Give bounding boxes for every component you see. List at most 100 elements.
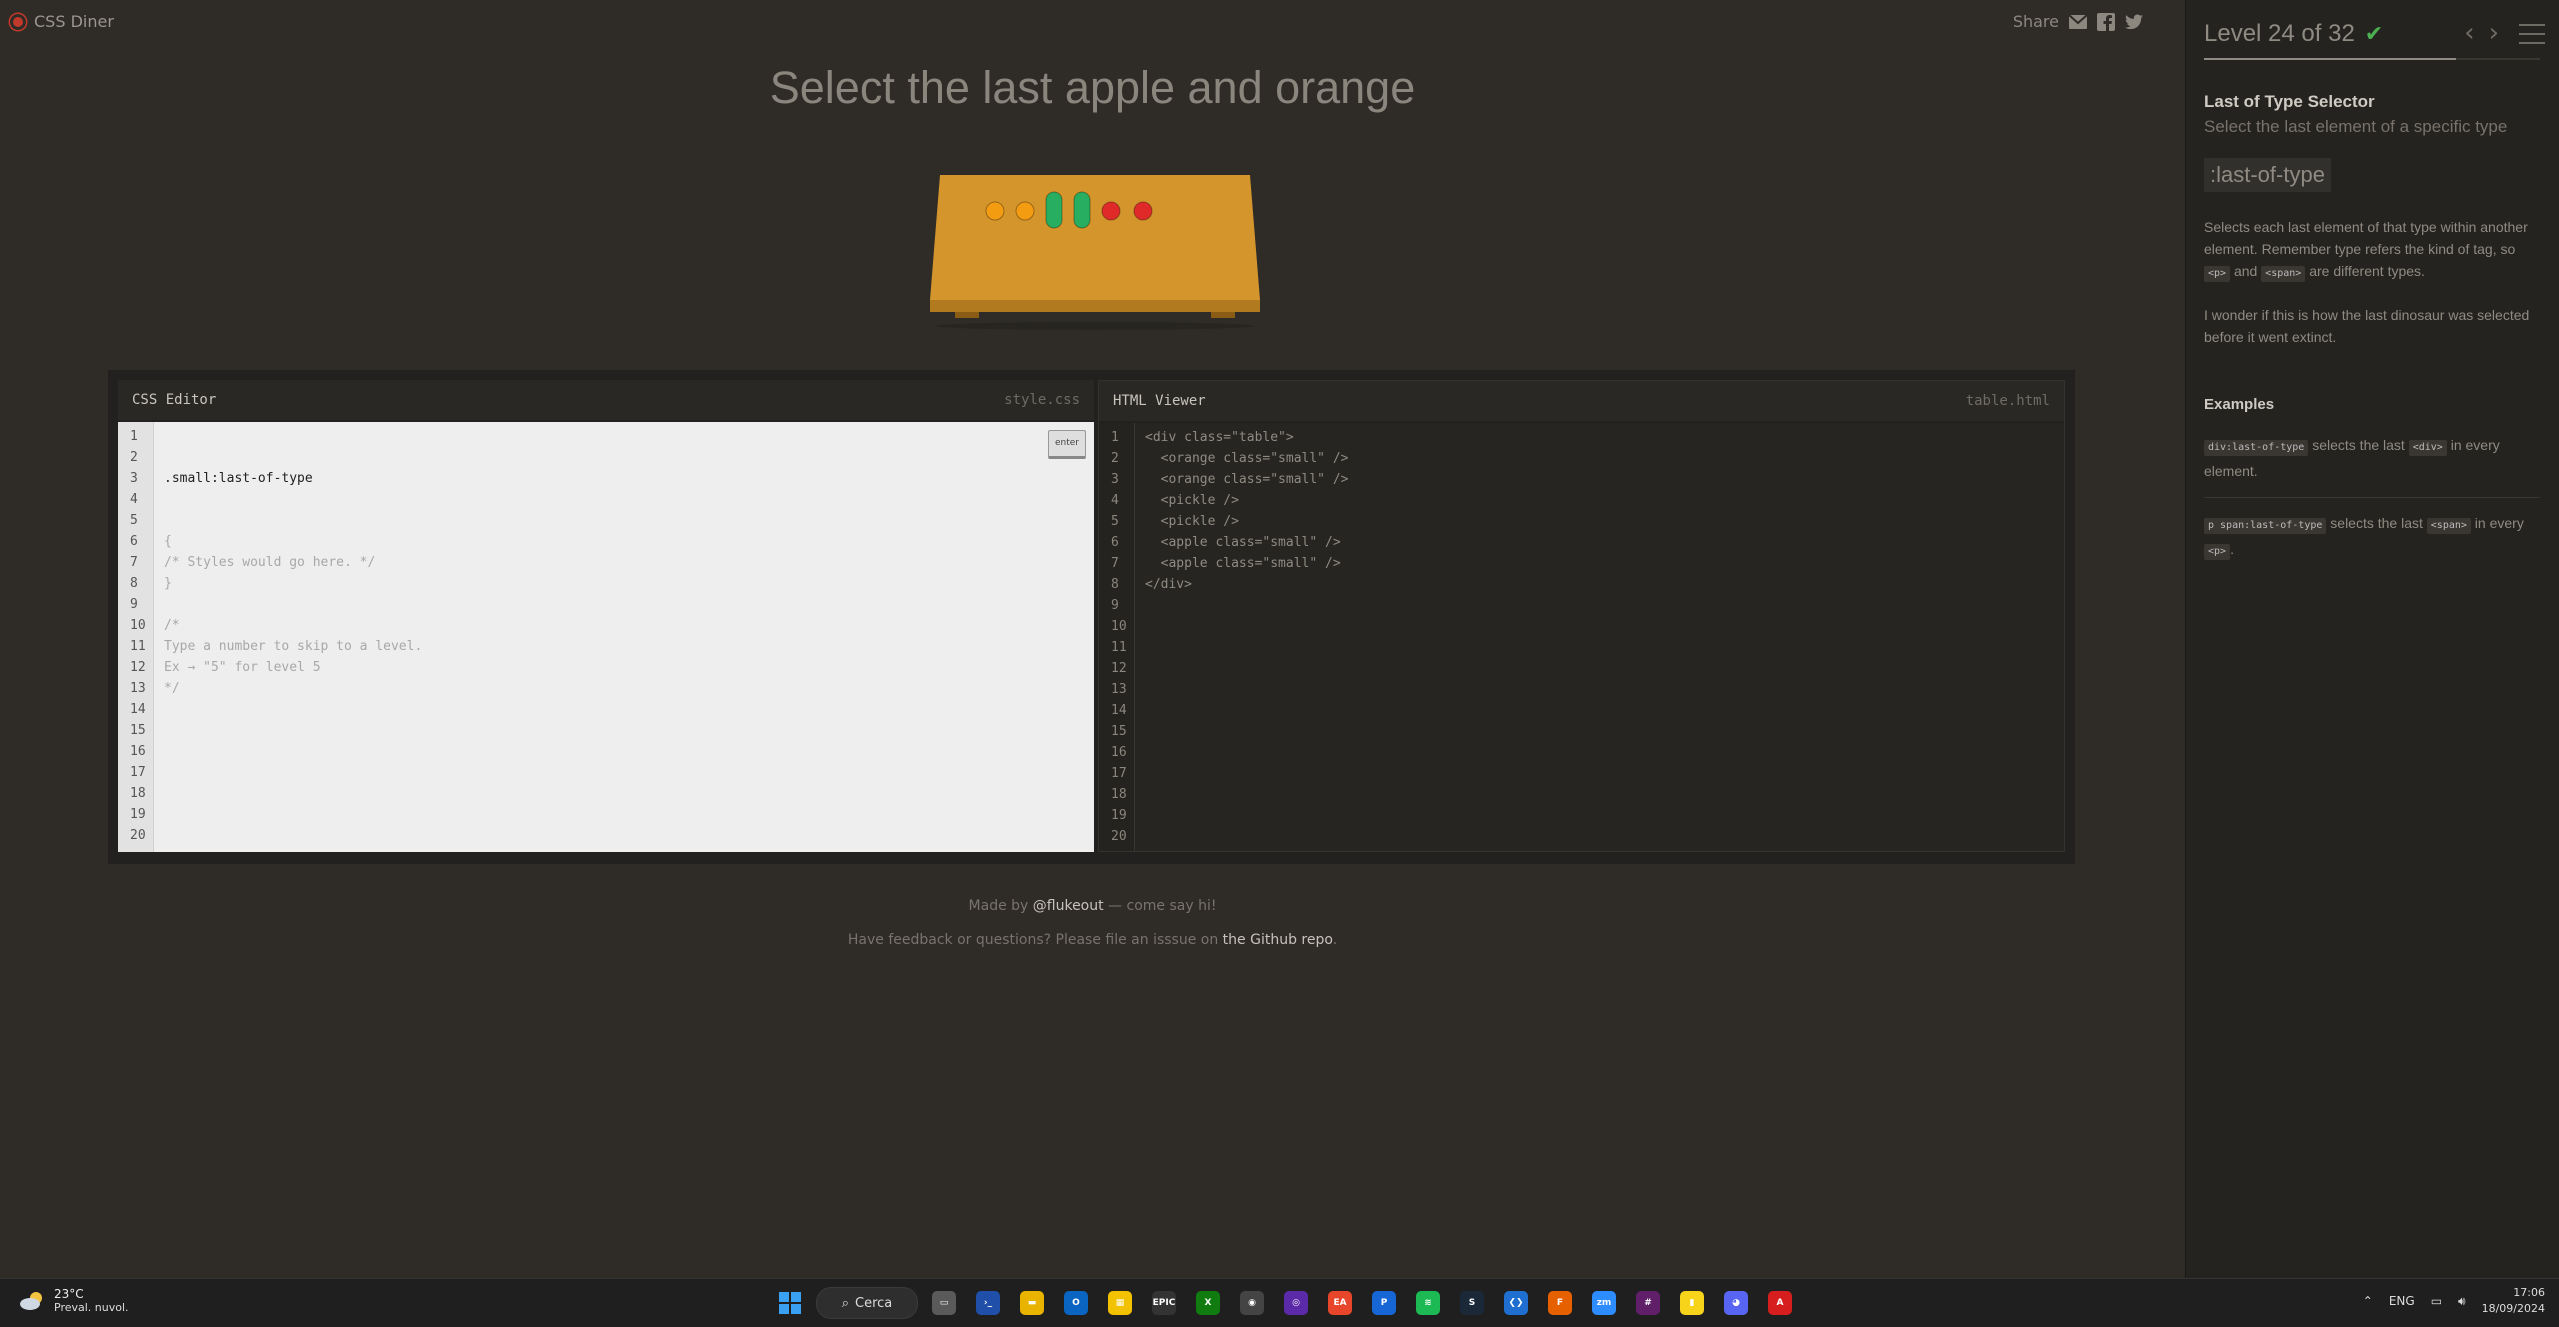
line-number: 19 [1111, 808, 1127, 823]
windows-start-icon[interactable] [772, 1285, 808, 1321]
volume-icon[interactable]: 🔊︎ [2458, 1294, 2466, 1309]
next-level-icon[interactable]: › [2489, 18, 2499, 48]
language-indicator[interactable]: ENG [2389, 1294, 2415, 1308]
acrobat-icon[interactable]: A [1762, 1285, 1798, 1321]
sticky-notes-icon[interactable]: ▮ [1674, 1285, 1710, 1321]
line-number: 18 [1111, 787, 1127, 802]
pickle-item[interactable] [1045, 191, 1063, 229]
line-number: 6 [1111, 535, 1119, 550]
html-code-line: <apple class="small" /> [1145, 535, 1341, 550]
taskbar-search[interactable]: ⌕ Cerca [816, 1287, 918, 1319]
css-code-line: Ex → "5" for level 5 [164, 660, 321, 675]
html-code-line: <orange class="small" /> [1145, 451, 1349, 466]
vscode-icon[interactable]: ❮❯ [1498, 1285, 1534, 1321]
level-menu-icon[interactable] [2519, 24, 2545, 51]
html-file-name: table.html [1965, 393, 2050, 409]
code-area: CSS Editor style.css 1 2 3 4 5 6 7 8 9 10 11 12 13 14… [108, 370, 2075, 864]
app-logo[interactable]: CSS Diner [10, 12, 114, 31]
line-number: 11 [130, 639, 146, 654]
flukeout-link[interactable]: @flukeout [1033, 898, 1104, 914]
css-code-line: /* [164, 618, 180, 633]
slack-icon[interactable]: # [1630, 1285, 1666, 1321]
line-number: 20 [1111, 829, 1127, 844]
line-number: 5 [130, 513, 138, 528]
firefox-icon[interactable]: F [1542, 1285, 1578, 1321]
file-explorer-icon[interactable]: ▬ [1014, 1285, 1050, 1321]
terminal-icon[interactable]: ›_ [970, 1285, 1006, 1321]
network-icon[interactable]: ▭ [2431, 1294, 2442, 1308]
css-selector-input[interactable]: .small:last-of-type [164, 468, 422, 489]
previous-level-icon[interactable]: ‹ [2464, 18, 2474, 48]
css-editor: 1 2 3 4 5 6 7 8 9 10 11 12 13 14 15 16 17 18 19 20 .small:l… [118, 422, 1094, 852]
line-number: 4 [1111, 493, 1119, 508]
line-number: 1 [130, 429, 138, 444]
obs-icon[interactable]: ◉ [1234, 1285, 1270, 1321]
tag-p: <p> [2204, 266, 2231, 282]
line-number: 2 [1111, 451, 1119, 466]
css-code-line: Type a number to skip to a level. [164, 639, 423, 654]
weather-temp: 23°C [54, 1287, 84, 1301]
clock[interactable]: 17:06 18/09/2024 [2482, 1285, 2545, 1317]
css-editor-panel: CSS Editor style.css 1 2 3 4 5 6 7 8 9 10 11 12 13 14… [118, 380, 1094, 852]
facebook-icon[interactable] [2097, 12, 2115, 31]
share-bar: Share [2013, 12, 2143, 31]
xbox-icon[interactable]: X [1190, 1285, 1226, 1321]
app-purple-icon[interactable]: ◎ [1278, 1285, 1314, 1321]
twitter-icon[interactable] [2125, 13, 2143, 31]
github-repo-link[interactable]: the Github repo [1223, 932, 1333, 948]
outlook-icon[interactable]: O [1058, 1285, 1094, 1321]
apple-item[interactable] [1101, 201, 1121, 221]
dinner-table [920, 170, 1270, 330]
line-number: 16 [1111, 745, 1127, 760]
level-nav: ‹ › [2464, 18, 2499, 48]
weather-desc: Preval. nuvol. [54, 1301, 129, 1314]
orange-item[interactable] [1015, 201, 1035, 221]
main-area: CSS Diner Share Select the last apple an… [0, 0, 2185, 1278]
desc-and: and [2230, 263, 2262, 279]
example-2: p span:last-of-type selects the last <sp… [2204, 510, 2540, 562]
share-label: Share [2012, 12, 2059, 31]
zoom-icon[interactable]: zm [1586, 1285, 1622, 1321]
example-2-code: p span:last-of-type [2204, 518, 2327, 534]
epic-games-icon[interactable]: EPIC [1146, 1285, 1182, 1321]
line-number: 12 [130, 660, 146, 675]
css-code-line: */ [164, 681, 180, 696]
line-number: 8 [130, 576, 138, 591]
task-view-icon[interactable]: ▭ [926, 1285, 962, 1321]
ea-icon[interactable]: EA [1322, 1285, 1358, 1321]
css-code-line: { [164, 534, 172, 549]
email-icon[interactable] [2069, 13, 2087, 31]
html-code-line: <orange class="small" /> [1145, 472, 1349, 487]
orange-item[interactable] [985, 201, 1005, 221]
line-number: 10 [1111, 619, 1127, 634]
search-icon: ⌕ [841, 1295, 850, 1311]
line-number: 5 [1111, 514, 1119, 529]
level-header: Level 24 of 32 ✔ [2204, 20, 2383, 48]
weather-widget[interactable]: 23°C Preval. nuvol. [18, 1287, 129, 1314]
example-2-text-end: . [2230, 541, 2234, 557]
example-2-text: selects the last [2326, 515, 2427, 531]
system-tray: ⌃ ENG ▭ 🔊︎ 17:06 18/09/2024 [2363, 1285, 2545, 1317]
example-1-text: selects the last [2308, 437, 2409, 453]
spotify-icon[interactable]: ≋ [1410, 1285, 1446, 1321]
html-viewer-title: HTML Viewer [1113, 393, 1206, 409]
tray-overflow-icon[interactable]: ⌃ [2363, 1294, 2373, 1308]
html-code-line: <pickle /> [1145, 493, 1239, 508]
line-number: 7 [130, 555, 138, 570]
clock-date: 18/09/2024 [2481, 1302, 2545, 1315]
pickle-item[interactable] [1073, 191, 1091, 229]
apple-item[interactable] [1133, 201, 1153, 221]
enter-button[interactable]: enter [1047, 430, 1086, 459]
playstation-icon[interactable]: P [1366, 1285, 1402, 1321]
line-number: 19 [130, 807, 146, 822]
discord-icon[interactable]: ◕ [1718, 1285, 1754, 1321]
line-number: 7 [1111, 556, 1119, 571]
line-number: 15 [130, 723, 146, 738]
css-code-line [164, 594, 422, 615]
line-number: 13 [1111, 682, 1127, 697]
line-number: 4 [130, 492, 138, 507]
footer-period: . [1332, 932, 1338, 948]
html-viewer-panel: HTML Viewer table.html 1 2 3 4 5 6 7 8 9 10 11 12 13… [1098, 380, 2065, 852]
steam-icon[interactable]: S [1454, 1285, 1490, 1321]
store-icon[interactable]: ▦ [1102, 1285, 1138, 1321]
